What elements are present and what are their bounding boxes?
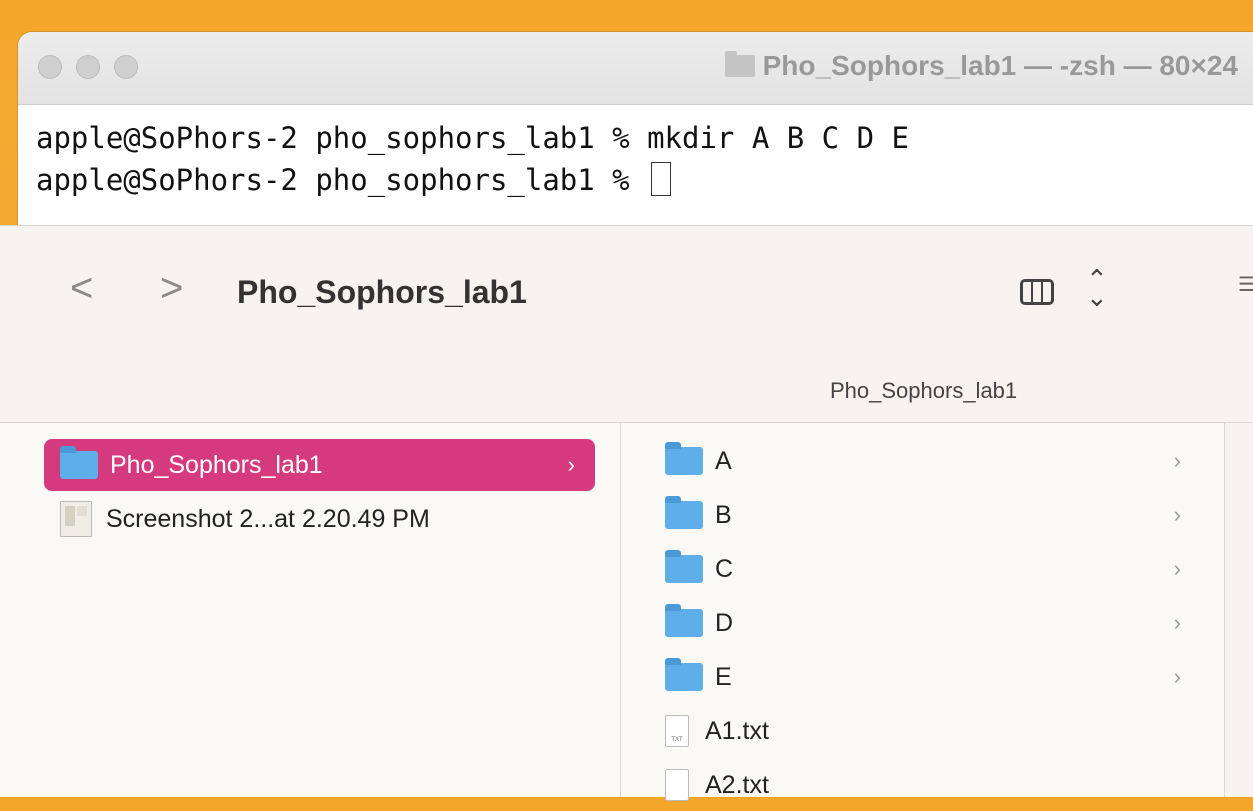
finder-toolbar: < > Pho_Sophors_lab1 ⌃ ⌄ ☰ Pho_Sophors_la…: [0, 226, 1253, 423]
list-item-screenshot[interactable]: Screenshot 2...at 2.20.49 PM: [60, 493, 600, 545]
text-file-icon: TXT: [665, 715, 689, 747]
chevron-left-icon: <: [70, 266, 94, 310]
folder-icon: [665, 442, 703, 475]
path-label: Pho_Sophors_lab1: [830, 378, 1018, 403]
list-item-label: C: [715, 554, 734, 583]
folder-icon: [60, 446, 98, 479]
window-title: Pho_Sophors_lab1: [237, 274, 527, 310]
list-item-label: B: [715, 500, 732, 529]
text-cursor: [651, 162, 672, 196]
group-icon[interactable]: ☰: [1238, 272, 1253, 312]
terminal-title-text: Pho_Sophors_lab1 — -zsh — 80×24: [762, 50, 1238, 81]
finder-window[interactable]: < > Pho_Sophors_lab1 ⌃ ⌄ ☰ Pho_Sophors_la…: [0, 225, 1253, 801]
close-button[interactable]: [38, 55, 62, 79]
list-item-folder-e[interactable]: E ›: [665, 651, 1221, 703]
image-file-icon: [60, 501, 92, 537]
view-options-chevron-icon[interactable]: ⌃ ⌄: [1086, 266, 1108, 310]
list-item-label: Screenshot 2...at 2.20.49 PM: [106, 504, 430, 533]
list-item-folder-a[interactable]: A ›: [665, 435, 1221, 487]
list-item-label: Pho_Sophors_lab1: [110, 450, 323, 479]
list-item-label: E: [715, 662, 732, 691]
chevron-right-icon: ›: [567, 452, 575, 477]
column-2[interactable]: A › B › C › D › E › TXT A1.txt A2.txt: [621, 423, 1225, 801]
terminal-line: apple@SoPhors-2 pho_sophors_lab1 % mkdir…: [36, 121, 909, 155]
list-item-folder-c[interactable]: C ›: [665, 543, 1221, 595]
folder-icon: [724, 51, 755, 77]
folder-icon: [665, 550, 703, 583]
chevron-right-icon: ›: [1173, 448, 1181, 473]
list-item-folder-b[interactable]: B ›: [665, 489, 1221, 541]
zoom-button[interactable]: [114, 55, 138, 79]
terminal-window[interactable]: Pho_Sophors_lab1 — -zsh — 80×24 apple@So…: [18, 32, 1253, 228]
terminal-titlebar[interactable]: Pho_Sophors_lab1 — -zsh — 80×24: [18, 32, 1253, 105]
terminal-output[interactable]: apple@SoPhors-2 pho_sophors_lab1 % mkdir…: [18, 105, 1253, 201]
chevron-right-icon: ›: [1173, 664, 1181, 689]
minimize-button[interactable]: [76, 55, 100, 79]
list-item-file-a1[interactable]: TXT A1.txt: [659, 705, 1215, 757]
list-item-label: A2.txt: [705, 770, 769, 799]
list-item-label: A1.txt: [705, 716, 769, 745]
window-controls: [38, 55, 138, 79]
chevron-right-icon: >: [160, 266, 184, 310]
list-item-folder-d[interactable]: D ›: [665, 597, 1221, 649]
folder-icon: [665, 604, 703, 637]
list-item-label: D: [715, 608, 734, 637]
list-item-file-a2[interactable]: A2.txt: [659, 759, 1215, 811]
chevron-right-icon: ›: [1173, 556, 1181, 581]
terminal-title: Pho_Sophors_lab1 — -zsh — 80×24: [724, 50, 1238, 82]
column-view-icon[interactable]: [1020, 279, 1054, 305]
forward-button[interactable]: >: [160, 266, 183, 311]
terminal-prompt-line[interactable]: apple@SoPhors-2 pho_sophors_lab1 %: [36, 159, 1253, 201]
column-1[interactable]: Pho_Sophors_lab1 › Screenshot 2...at 2.2…: [0, 423, 621, 797]
folder-icon: [665, 496, 703, 529]
chevron-right-icon: ›: [1173, 610, 1181, 635]
back-button[interactable]: <: [70, 266, 93, 311]
text-file-icon: [665, 769, 689, 801]
column-browser: Pho_Sophors_lab1 › Screenshot 2...at 2.2…: [0, 423, 1253, 801]
folder-icon: [665, 658, 703, 691]
list-item-pho-sophors-lab1[interactable]: Pho_Sophors_lab1 ›: [44, 439, 595, 491]
list-item-label: A: [715, 446, 732, 475]
chevron-right-icon: ›: [1173, 502, 1181, 527]
